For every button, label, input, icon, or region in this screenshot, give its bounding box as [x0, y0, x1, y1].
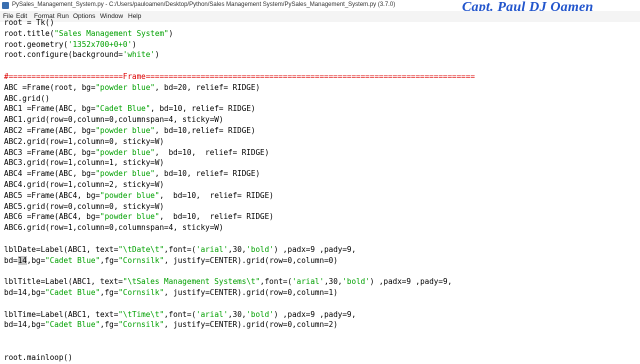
code-token: ,font=( — [260, 277, 293, 287]
code-token: ,fg= — [100, 255, 119, 265]
code-token: root = Tk() — [4, 18, 55, 27]
code-line: root.mainloop() — [4, 352, 73, 364]
code-token: ,font=( — [164, 244, 197, 254]
code-token: lblDate=Label(ABC1, text= — [4, 244, 119, 254]
code-token: , justify=CENTER).grid(row=0,column=0) — [164, 255, 338, 265]
string-literal: 'white' — [122, 50, 155, 60]
code-token: ABC1 =Frame(ABC, bg= — [4, 104, 96, 114]
code-line: ABC6.grid(row=1,column=0,columnspan=4, s… — [4, 222, 223, 234]
code-token: bd=14,bg= — [4, 288, 46, 297]
string-literal: "Sales Management System" — [54, 28, 169, 38]
string-literal: "Cadet Blue" — [95, 104, 151, 114]
string-literal: "Cornsilk" — [118, 255, 165, 265]
code-token: ABC6 =Frame(ABC4, bg= — [4, 212, 101, 222]
code-token: ABC3.grid(row=1,column=1, sticky=W) — [4, 158, 165, 168]
code-token: , bd=10, relief= RIDGE) — [159, 212, 274, 222]
code-token: , bd=10, relief= RIDGE) — [154, 147, 270, 157]
code-line: bd=14,bg="Cadet Blue",fg="Cornsilk", jus… — [4, 287, 338, 299]
string-literal: "Cornsilk" — [118, 320, 165, 330]
code-token: bd= — [4, 255, 18, 265]
window-title: PySales_Management_System.py - C:/Users/… — [12, 2, 396, 8]
code-token: , bd=10, relief= RIDGE) — [154, 169, 261, 179]
string-literal: "powder blue" — [100, 190, 160, 200]
string-literal: 'arial' — [292, 277, 325, 287]
code-token: ,30, — [228, 244, 247, 254]
code-token: , justify=CENTER).grid(row=0,column=2) — [164, 320, 338, 330]
code-token: , bd=10, relief= RIDGE) — [159, 190, 274, 200]
menu-options[interactable]: Options — [73, 12, 95, 21]
idle-app-icon — [2, 2, 9, 9]
code-token: ABC2.grid(row=1,column=0, sticky=W) — [4, 136, 165, 146]
comment: #=========================Frame=========… — [4, 72, 475, 81]
string-literal: '1352x700+0+0' — [68, 39, 133, 49]
code-token: root.mainloop() — [4, 352, 73, 362]
code-token: , justify=CENTER).grid(row=0,column=1) — [164, 288, 338, 297]
code-token: ABC2 =Frame(ABC, bg= — [4, 126, 96, 135]
code-token: root.title( — [4, 28, 55, 38]
string-literal: 'bold' — [246, 309, 274, 319]
code-token: lblTitle=Label(ABC1, text= — [4, 277, 123, 287]
code-token: root.configure(background= — [4, 50, 123, 60]
string-literal: "Cadet Blue" — [45, 255, 101, 265]
menu-help[interactable]: Help — [128, 12, 141, 21]
string-literal: 'arial' — [196, 309, 229, 319]
string-literal: "powder blue" — [100, 212, 160, 222]
menu-run[interactable]: Run — [57, 12, 69, 21]
string-literal: 'bold' — [342, 277, 370, 287]
code-token: ) — [154, 50, 160, 60]
code-token: ABC1.grid(row=0,column=0,columnspan=4, s… — [4, 115, 224, 125]
code-token: ABC4.grid(row=1,column=2, sticky=W) — [4, 180, 165, 189]
code-token: ,fg= — [100, 288, 119, 297]
code-token: lblTime=Label(ABC1, text= — [4, 309, 119, 319]
code-token: ) ,padx=9 ,pady=9, — [273, 309, 357, 319]
code-editor[interactable]: root = Tk() root.title("Sales Management … — [0, 18, 640, 362]
code-token: ABC.grid() — [4, 93, 50, 103]
code-token: ,bg= — [26, 255, 46, 265]
string-literal: "powder blue" — [95, 82, 155, 92]
code-token: ABC =Frame(root, bg= — [4, 82, 96, 92]
code-token: ,font=( — [164, 309, 197, 319]
code-token: ) ,padx=9 ,pady=9, — [273, 244, 357, 254]
code-line: root.configure(background='white') — [4, 49, 159, 61]
code-token: , bd=10, relief= RIDGE) — [150, 104, 256, 114]
string-literal: "Cadet Blue" — [45, 320, 101, 330]
code-token: ,fg= — [100, 320, 119, 330]
string-literal: "\tSales Management Systems\t" — [122, 277, 261, 287]
code-token: ABC4 =Frame(ABC, bg= — [4, 169, 96, 179]
code-token: ABC6.grid(row=1,column=0,columnspan=4, s… — [4, 223, 224, 233]
string-literal: "\tTime\t" — [118, 309, 165, 319]
code-token: ABC5 =Frame(ABC4, bg= — [4, 190, 101, 200]
code-token: ) ,padx=9 ,pady=9, — [369, 277, 453, 287]
code-line: bd=14,bg="Cadet Blue",fg="Cornsilk", jus… — [4, 255, 338, 267]
code-line: bd=14,bg="Cadet Blue",fg="Cornsilk", jus… — [4, 319, 338, 331]
string-literal: "powder blue" — [95, 147, 155, 157]
code-token: , bd=20, relief= RIDGE) — [154, 82, 261, 92]
code-token: , bd=10,relief= RIDGE) — [154, 126, 256, 135]
string-literal: "\tDate\t" — [118, 244, 165, 254]
string-literal: 'bold' — [246, 244, 274, 254]
string-literal: "Cadet Blue" — [45, 288, 101, 297]
code-token: ,30, — [324, 277, 343, 287]
string-literal: "Cornsilk" — [118, 288, 165, 297]
string-literal: "powder blue" — [95, 126, 155, 135]
code-token: ) — [168, 28, 174, 38]
code-token: ) — [132, 39, 137, 49]
code-token: bd=14,bg= — [4, 320, 46, 330]
selected-text: 14 — [17, 255, 27, 265]
string-literal: "powder blue" — [95, 169, 155, 179]
code-token: ,30, — [228, 309, 247, 319]
code-token: ABC3 =Frame(ABC, bg= — [4, 147, 96, 157]
code-token: root.geometry( — [4, 39, 69, 49]
string-literal: 'arial' — [196, 244, 229, 254]
code-token: ABC5.grid(row=0,column=0, sticky=W) — [4, 201, 165, 211]
menu-window[interactable]: Window — [100, 12, 123, 21]
